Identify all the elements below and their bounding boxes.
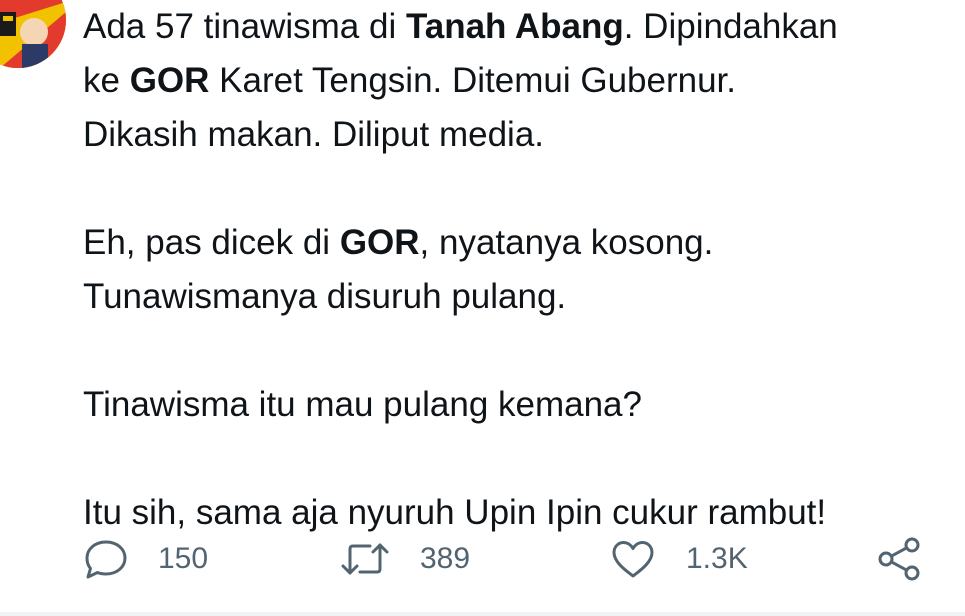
reply-button[interactable]: 150: [84, 530, 208, 588]
tweet-text-segment: ke: [83, 61, 130, 100]
tweet-text-segment: Tinawisma itu mau pulang kemana?: [83, 385, 642, 424]
tweet-text: Ada 57 tinawisma di Tanah Abang. Dipinda…: [83, 0, 953, 540]
tweet-line: Tinawisma itu mau pulang kemana?: [83, 378, 953, 432]
share-button[interactable]: [876, 530, 922, 588]
tweet-line: Ada 57 tinawisma di Tanah Abang. Dipinda…: [83, 0, 953, 54]
retweet-count: 389: [420, 542, 471, 575]
tweet-text-segment: Karet Tengsin. Ditemui Gubernur.: [209, 61, 737, 100]
tweet-text-segment: Dikasih makan. Diliput media.: [83, 115, 545, 154]
heart-icon: [610, 539, 656, 579]
tweet-line: Dikasih makan. Diliput media.: [83, 108, 953, 162]
reply-count: 150: [158, 542, 209, 575]
tweet-text-segment: Tunawismanya disuruh pulang.: [83, 277, 567, 316]
tweet-text-segment: . Dipindahkan: [623, 7, 838, 46]
tweet-text-bold-segment: GOR: [129, 61, 210, 100]
tweet-actions: 150 389 1.3K: [0, 530, 965, 588]
avatar-image: [0, 0, 66, 68]
tweet-line: Eh, pas dicek di GOR, nyatanya kosong.: [83, 216, 953, 270]
retweet-icon: [340, 539, 390, 579]
tweet-text-bold-segment: Tanah Abang: [405, 7, 624, 46]
paragraph-break: [83, 432, 953, 486]
divider: [0, 612, 965, 616]
avatar[interactable]: [0, 0, 66, 68]
reply-icon: [84, 539, 128, 579]
share-icon: [876, 536, 922, 582]
retweet-button[interactable]: 389: [340, 530, 470, 588]
tweet-text-segment: Itu sih, sama aja nyuruh Upin Ipin cukur…: [83, 493, 827, 532]
tweet-text-segment: Eh, pas dicek di: [83, 223, 340, 262]
paragraph-break: [83, 162, 953, 216]
tweet-line: ke GOR Karet Tengsin. Ditemui Gubernur.: [83, 54, 953, 108]
paragraph-break: [83, 324, 953, 378]
tweet-line: Tunawismanya disuruh pulang.: [83, 270, 953, 324]
tweet-text-bold-segment: GOR: [339, 223, 420, 262]
like-button[interactable]: 1.3K: [610, 530, 748, 588]
like-count: 1.3K: [686, 542, 748, 575]
tweet-text-segment: , nyatanya kosong.: [419, 223, 714, 262]
tweet-text-segment: Ada 57 tinawisma di: [83, 7, 406, 46]
